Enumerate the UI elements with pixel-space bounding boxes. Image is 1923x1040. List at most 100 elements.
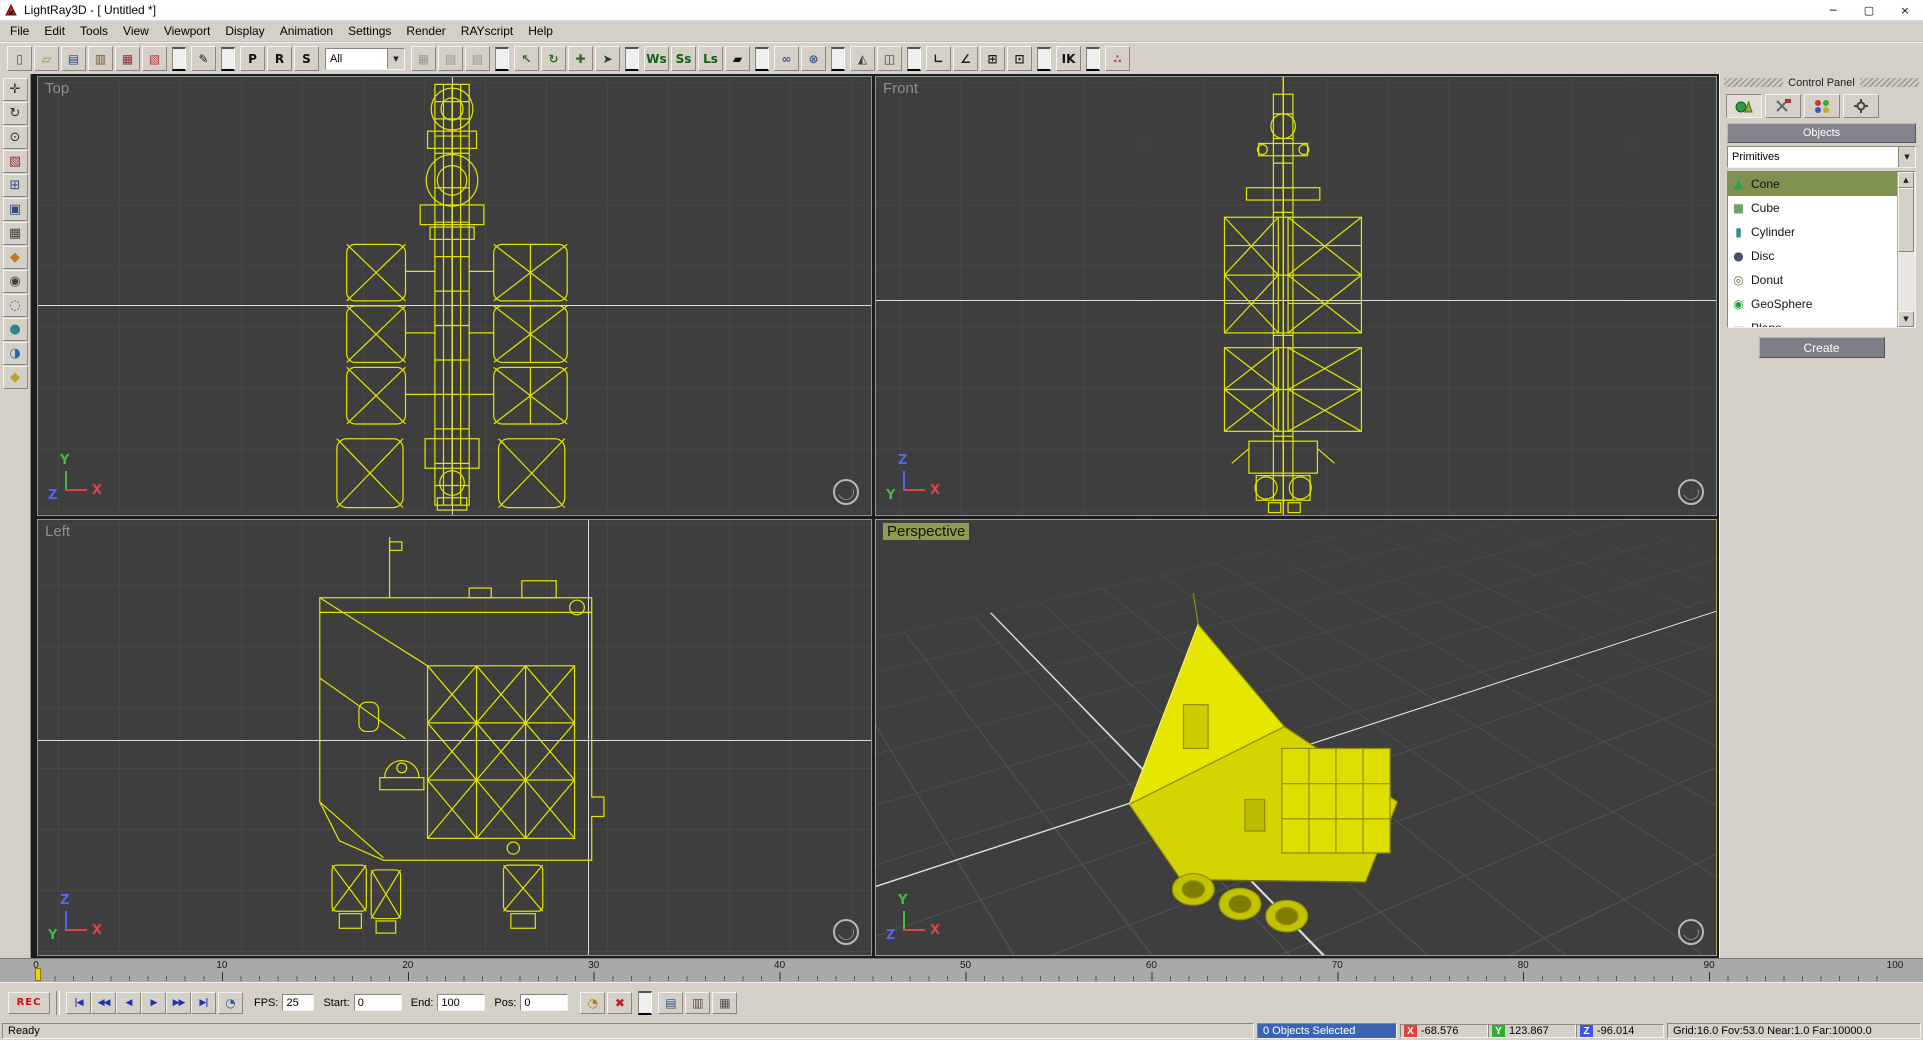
delete-keyframe-button[interactable]: ✖ bbox=[607, 991, 633, 1014]
copy-track-button[interactable]: ▤ bbox=[658, 991, 684, 1014]
zoom-viewport-button[interactable]: ⊙ bbox=[2, 126, 28, 149]
prev-key-button[interactable]: ◀◀ bbox=[91, 991, 116, 1014]
mirror-button[interactable]: ◭ bbox=[850, 46, 875, 71]
play-button[interactable]: ▶ bbox=[141, 991, 166, 1014]
add-keyframe-button[interactable]: ◔ bbox=[580, 991, 606, 1014]
save-track-button[interactable]: ▥ bbox=[685, 991, 711, 1014]
axis-constraint-button[interactable]: ▰ bbox=[725, 46, 750, 71]
anim-prefs-button[interactable]: ◔ bbox=[218, 991, 243, 1014]
image-plane-button[interactable]: ▣ bbox=[2, 198, 28, 221]
menu-help[interactable]: Help bbox=[521, 22, 561, 40]
orbit-icon[interactable] bbox=[1678, 479, 1704, 505]
menu-view[interactable]: View bbox=[116, 22, 157, 40]
bounding-box-button[interactable]: ⊞ bbox=[980, 46, 1005, 71]
menu-tools[interactable]: Tools bbox=[73, 22, 116, 40]
unlink-button[interactable]: ⊗ bbox=[801, 46, 826, 71]
rotation-lock-button[interactable]: R bbox=[267, 46, 292, 71]
dropdown-arrow-icon[interactable]: ▼ bbox=[387, 48, 404, 69]
scroll-up-icon[interactable]: ▲ bbox=[1898, 172, 1914, 188]
prev-frame-button[interactable]: ◀ bbox=[116, 991, 141, 1014]
selection-filter-dropdown[interactable]: All ▼ bbox=[325, 47, 405, 70]
shaded-mode-button[interactable]: ● bbox=[2, 318, 28, 341]
camera-view-button[interactable]: ◉ bbox=[2, 270, 28, 293]
tab-settings[interactable] bbox=[1843, 94, 1879, 118]
current-frame-marker[interactable] bbox=[35, 968, 41, 981]
tab-create[interactable] bbox=[1726, 94, 1762, 118]
pick-tool-button[interactable]: ➤ bbox=[595, 46, 620, 71]
snap-angle-button[interactable]: ▧ bbox=[438, 46, 463, 71]
pivot-box-button[interactable]: ⊡ bbox=[1007, 46, 1032, 71]
rotate-view-tool-button[interactable]: ↻ bbox=[541, 46, 566, 71]
viewport-left[interactable]: Left Z Y X bbox=[37, 519, 872, 956]
orbit-icon[interactable] bbox=[833, 479, 859, 505]
pan-tool-button[interactable]: ✚ bbox=[568, 46, 593, 71]
primitive-geosphere[interactable]: ◉ GeoSphere bbox=[1728, 292, 1898, 316]
field-input[interactable] bbox=[437, 994, 486, 1011]
display-colors-button[interactable]: ∴ bbox=[1105, 46, 1130, 71]
go-start-button[interactable]: |◀ bbox=[66, 991, 91, 1014]
viewport-perspective[interactable]: Perspective Y Z X bbox=[875, 519, 1717, 956]
select-tool-button[interactable]: ↖ bbox=[514, 46, 539, 71]
viewport-front[interactable]: Front Z Y X bbox=[875, 76, 1717, 516]
world-snap-button[interactable]: Ws bbox=[644, 46, 669, 71]
menu-edit[interactable]: Edit bbox=[37, 22, 73, 40]
tab-materials[interactable] bbox=[1804, 94, 1840, 118]
primitive-donut[interactable]: ◎ Donut bbox=[1728, 268, 1898, 292]
notes-button[interactable]: ✎ bbox=[191, 46, 216, 71]
field-input[interactable] bbox=[282, 994, 315, 1011]
align-floor-button[interactable]: ∟ bbox=[926, 46, 951, 71]
menu-animation[interactable]: Animation bbox=[273, 22, 341, 40]
scrollbar-thumb[interactable] bbox=[1898, 188, 1914, 252]
rec-button[interactable]: REC bbox=[8, 991, 50, 1014]
import-button[interactable]: ▦ bbox=[115, 46, 140, 71]
wireframe-mode-button[interactable]: ◌ bbox=[2, 294, 28, 317]
position-lock-button[interactable]: P bbox=[240, 46, 265, 71]
dropdown-arrow-icon[interactable]: ▼ bbox=[1898, 147, 1915, 167]
textured-mode-button[interactable]: ◑ bbox=[2, 342, 28, 365]
snap-grid-button[interactable]: ▦ bbox=[411, 46, 436, 71]
menu-display[interactable]: Display bbox=[218, 22, 272, 40]
ik-button[interactable]: IK bbox=[1056, 46, 1081, 71]
listbox-scrollbar[interactable]: ▲ ▼ bbox=[1897, 172, 1915, 327]
timeline-ruler[interactable]: 0 10 20 30 40 50 60 70 80 90 100 bbox=[0, 958, 1923, 982]
minimize-button[interactable]: ─ bbox=[1815, 0, 1851, 20]
next-key-button[interactable]: ▶▶ bbox=[166, 991, 191, 1014]
link-button[interactable]: ∞ bbox=[774, 46, 799, 71]
create-button[interactable]: Create bbox=[1758, 337, 1885, 358]
close-button[interactable]: × bbox=[1887, 0, 1923, 20]
menu-settings[interactable]: Settings bbox=[341, 22, 399, 40]
save-copy-button[interactable]: ▥ bbox=[88, 46, 113, 71]
orbit-icon[interactable] bbox=[1678, 919, 1704, 945]
viewport-top[interactable]: Top Y Z X bbox=[37, 76, 872, 516]
go-end-button[interactable]: ▶| bbox=[191, 991, 216, 1014]
primitive-cube[interactable]: ■ Cube bbox=[1728, 196, 1898, 220]
primitive-disc[interactable]: ● Disc bbox=[1728, 244, 1898, 268]
light-toggle-button[interactable]: ◆ bbox=[2, 366, 28, 389]
orbit-icon[interactable] bbox=[833, 919, 859, 945]
scale-lock-button[interactable]: S bbox=[294, 46, 319, 71]
array-button[interactable]: ◫ bbox=[877, 46, 902, 71]
export-button[interactable]: ▧ bbox=[142, 46, 167, 71]
film-preview-button[interactable]: ▦ bbox=[712, 991, 738, 1014]
save-button[interactable]: ▤ bbox=[61, 46, 86, 71]
new-file-button[interactable]: ▯ bbox=[7, 46, 32, 71]
category-dropdown[interactable]: Primitives ▼ bbox=[1727, 146, 1916, 168]
primitive-plane[interactable]: ▭ Plane bbox=[1728, 316, 1898, 327]
menu-render[interactable]: Render bbox=[399, 22, 453, 40]
local-snap-button[interactable]: Ls bbox=[698, 46, 723, 71]
primitive-cone[interactable]: ▲ Cone bbox=[1728, 172, 1898, 196]
material-editor-button[interactable]: ◆ bbox=[2, 246, 28, 269]
field-input[interactable] bbox=[520, 994, 569, 1011]
maximize-button[interactable]: ▢ bbox=[1851, 0, 1887, 20]
open-file-button[interactable]: ▱ bbox=[34, 46, 59, 71]
menu-file[interactable]: File bbox=[3, 22, 37, 40]
orbit-viewport-button[interactable]: ↻ bbox=[2, 102, 28, 125]
screen-snap-button[interactable]: Ss bbox=[671, 46, 696, 71]
snap-percent-button[interactable]: ▨ bbox=[465, 46, 490, 71]
primitive-cylinder[interactable]: ▮ Cylinder bbox=[1728, 220, 1898, 244]
menu-rayscript[interactable]: RAYscript bbox=[454, 22, 521, 40]
align-angle-button[interactable]: ∠ bbox=[953, 46, 978, 71]
grid-toggle-button[interactable]: ▦ bbox=[2, 222, 28, 245]
zoom-region-button[interactable]: ▧ bbox=[2, 150, 28, 173]
pan-viewport-button[interactable]: ✛ bbox=[2, 78, 28, 101]
